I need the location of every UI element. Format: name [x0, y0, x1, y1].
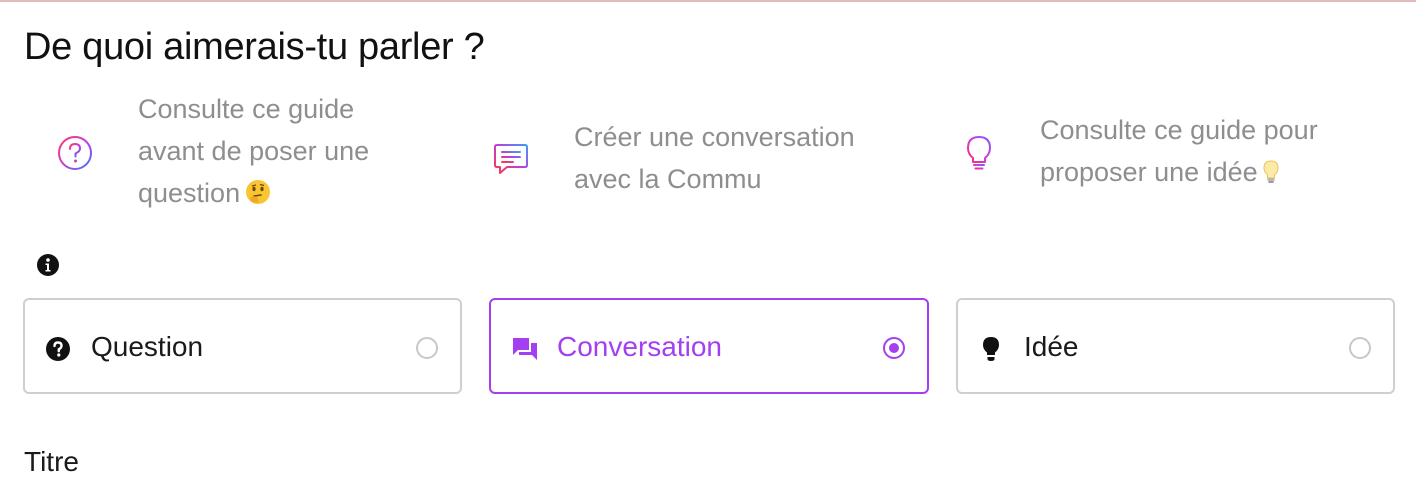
guide-idea[interactable]: Consulte ce guide pour proposer une idée [956, 109, 1380, 197]
post-type-question-label: Question [91, 331, 204, 362]
guide-question[interactable]: Consulte ce guide avant de poser une que… [52, 88, 438, 218]
post-type-idea[interactable]: Idée [956, 298, 1395, 394]
question-circle-icon [52, 130, 98, 176]
lightbulb-emoji-icon [1262, 155, 1280, 197]
question-icon [45, 336, 71, 362]
post-type-question[interactable]: Question [23, 298, 462, 394]
post-type-question-radio[interactable] [416, 337, 438, 359]
guide-conversation-text: Créer une conversation avec la Commu [574, 122, 855, 194]
forum-icon [511, 336, 537, 362]
post-type-conversation-label: Conversation [557, 331, 722, 362]
post-type-idea-label: Idée [1024, 331, 1079, 362]
top-border [0, 0, 1416, 2]
thinking-face-icon [244, 176, 272, 218]
post-type-conversation[interactable]: Conversation [489, 298, 929, 394]
guide-question-text: Consulte ce guide avant de poser une que… [138, 88, 438, 218]
page-title: De quoi aimerais-tu parler ? [24, 26, 485, 68]
guide-conversation[interactable]: Créer une conversation avec la Commu [488, 116, 914, 200]
chat-bubble-icon [488, 135, 534, 181]
title-field-label: Titre [24, 446, 79, 477]
lightbulb-icon [978, 336, 1004, 362]
post-type-conversation-radio[interactable] [883, 337, 905, 359]
lightbulb-icon [956, 130, 1002, 176]
guide-idea-text: Consulte ce guide pour proposer une idée [1040, 109, 1380, 197]
info-icon[interactable] [36, 253, 60, 277]
post-type-idea-radio[interactable] [1349, 337, 1371, 359]
